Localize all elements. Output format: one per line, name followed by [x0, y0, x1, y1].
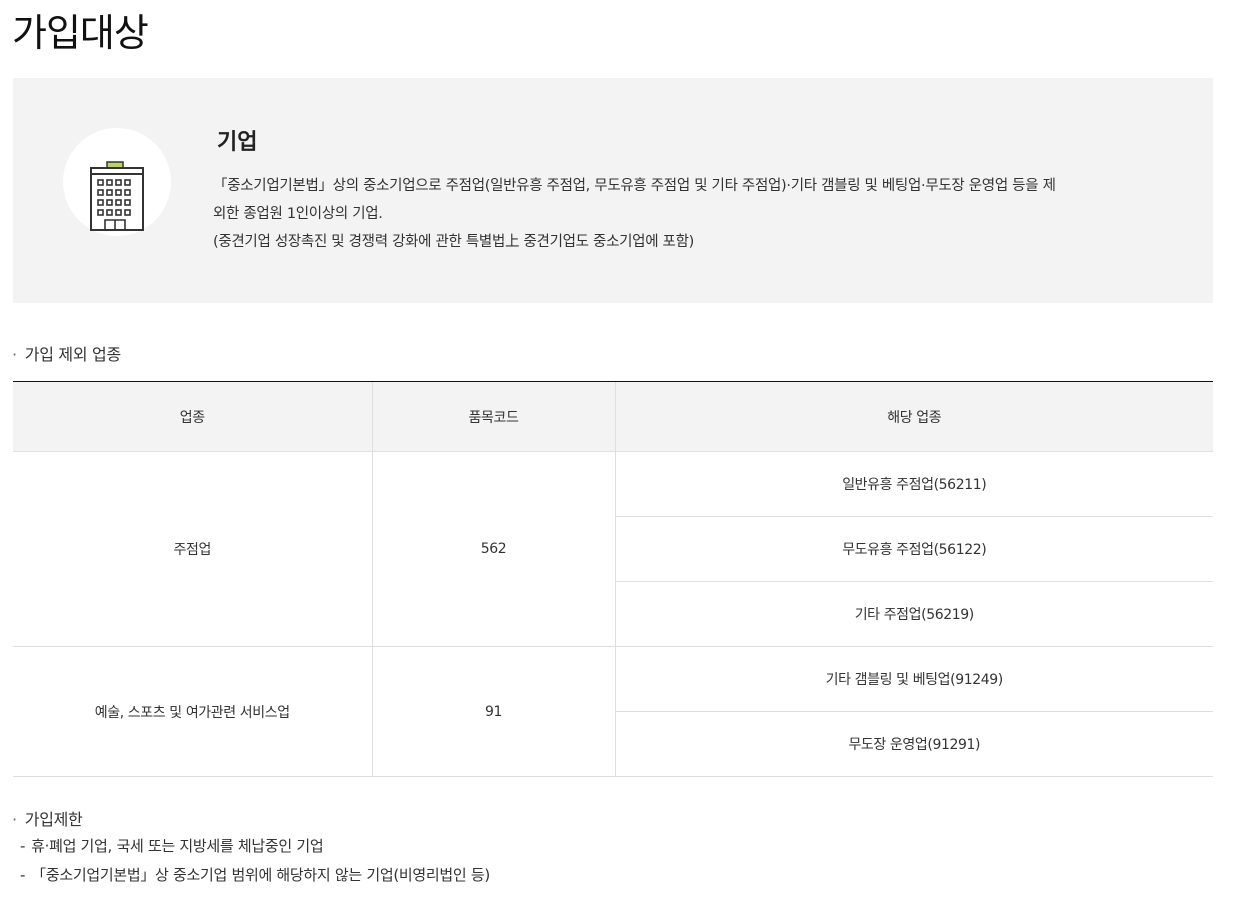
list-item: - 「중소기업기본법」상 중소기업 범위에 해당하지 않는 기업(비영리법인 등): [20, 866, 490, 884]
industry-cell: 주점업: [13, 451, 372, 647]
limitation-item-text: 휴·폐업 기업, 국세 또는 지방세를 체납중인 기업: [31, 837, 324, 855]
table-header-row: 업종 품목코드 해당 업종: [13, 381, 1213, 452]
target-description-line: (중견기업 성장촉진 및 경쟁력 강화에 관한 특별법上 중견기업도 중소기업에…: [213, 234, 694, 250]
limitation-item-text: 「중소기업기본법」상 중소기업 범위에 해당하지 않는 기업(비영리법인 등): [31, 866, 490, 884]
applicable-industry-cell: 무도유흥 주점업(56122): [614, 516, 1213, 582]
applicable-industry-cell: 기타 갬블링 및 베팅업(91249): [614, 646, 1213, 712]
code-cell: 91: [371, 646, 615, 777]
target-icon-circle: [63, 128, 171, 236]
column-header-code: 품목코드: [371, 381, 615, 452]
target-title: 기업: [217, 130, 258, 155]
page-title: 가입대상: [12, 11, 149, 55]
target-info-box: 기업 「중소기업기본법」상의 중소기업으로 주점업(일반유흥 주점업, 무도유흥…: [13, 78, 1213, 303]
exclusion-heading: · 가입 제외 업종: [12, 345, 121, 364]
target-description-line: 「중소기업기본법」상의 중소기업으로 주점업(일반유흥 주점업, 무도유흥 주점…: [213, 178, 1056, 194]
column-header-industry: 업종: [13, 381, 372, 452]
limitation-heading: · 가입제한: [12, 810, 83, 829]
applicable-industry-cell: 무도장 운영업(91291): [614, 711, 1213, 777]
exclusion-table: 업종 품목코드 해당 업종 주점업 562 일반유흥 주점업(56211) 무도…: [13, 381, 1213, 777]
building-icon: [90, 161, 144, 231]
applicable-industry-cell: 일반유흥 주점업(56211): [614, 451, 1213, 517]
column-header-applicable: 해당 업종: [614, 381, 1213, 452]
target-description: 「중소기업기본법」상의 중소기업으로 주점업(일반유흥 주점업, 무도유흥 주점…: [213, 172, 1163, 256]
exclusion-heading-text: 가입 제외 업종: [24, 345, 121, 364]
code-cell: 562: [371, 451, 615, 647]
table-row: 예술, 스포츠 및 여가관련 서비스업 91 기타 갬블링 및 베팅업(9124…: [13, 646, 1213, 777]
target-description-line: 외한 종업원 1인이상의 기업.: [213, 206, 383, 222]
limitation-heading-text: 가입제한: [24, 810, 83, 829]
industry-cell: 예술, 스포츠 및 여가관련 서비스업: [13, 646, 372, 777]
applicable-industry-cell: 기타 주점업(56219): [614, 581, 1213, 647]
list-item: - 휴·폐업 기업, 국세 또는 지방세를 체납중인 기업: [20, 837, 324, 855]
table-row: 주점업 562 일반유흥 주점업(56211): [13, 451, 1213, 647]
limitation-list: - 휴·폐업 기업, 국세 또는 지방세를 체납중인 기업 - 「중소기업기본법」상…: [20, 834, 490, 892]
